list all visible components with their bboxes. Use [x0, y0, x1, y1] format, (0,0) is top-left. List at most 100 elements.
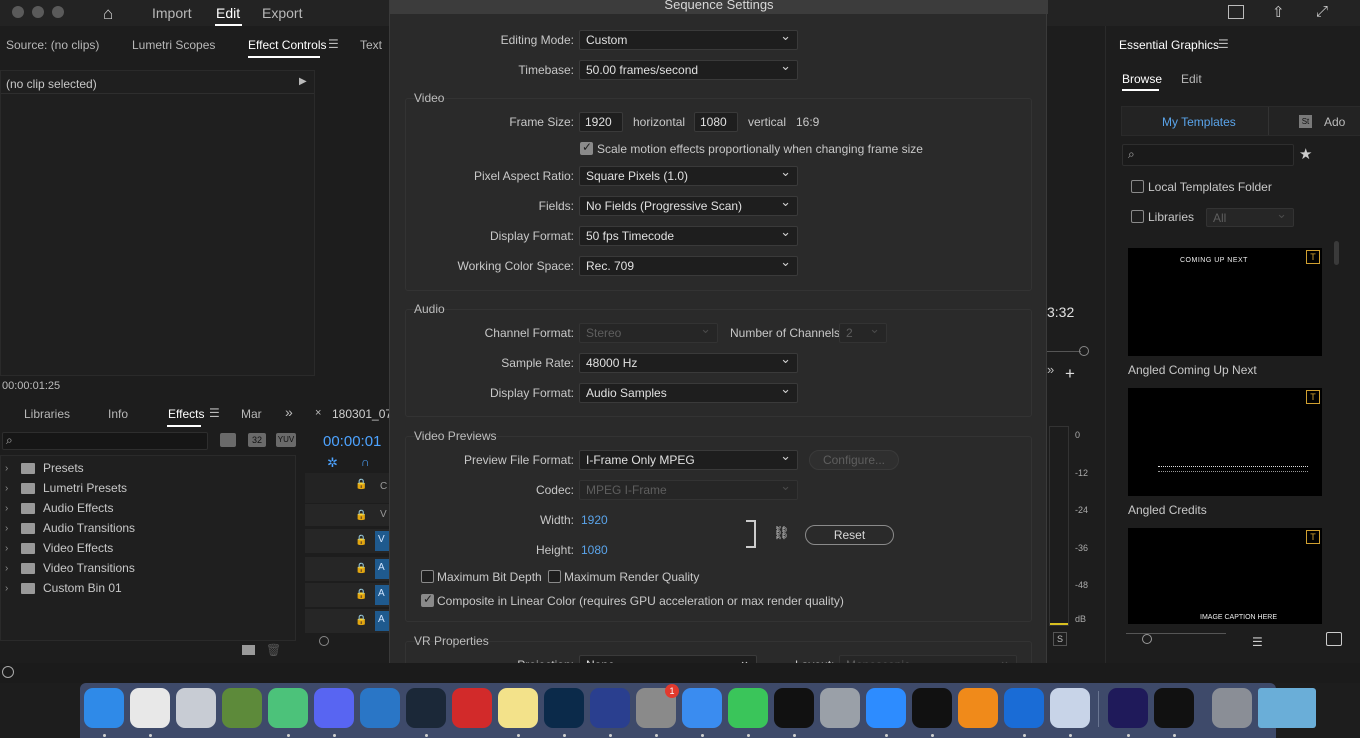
star-icon[interactable]: ★ [1299, 145, 1312, 163]
tab-libraries[interactable]: Libraries [24, 407, 70, 421]
template-thumb-coming-up-next[interactable]: COMING UP NEXT T [1128, 248, 1322, 356]
frame-height-input[interactable]: 1080 [694, 112, 738, 132]
share-icon[interactable]: ⇧ [1272, 3, 1285, 21]
messenger-send-icon[interactable] [268, 688, 308, 728]
fields-select[interactable]: No Fields (Progressive Scan) [579, 196, 798, 216]
tab-edit[interactable]: Edit [1181, 72, 1202, 86]
close-window-dot[interactable] [12, 6, 24, 18]
max-bit-depth-checkbox[interactable] [421, 570, 434, 583]
trash-icon[interactable]: 🗑 [266, 643, 281, 657]
trash-icon[interactable] [1212, 688, 1252, 728]
lock-icon[interactable]: 🔒 [355, 615, 367, 626]
panel-menu-icon[interactable]: ☰ [1218, 37, 1229, 51]
discord-icon[interactable] [314, 688, 354, 728]
nav-import[interactable]: Import [152, 5, 192, 21]
timeline-tab[interactable]: 180301_07 [332, 407, 392, 421]
chrome-icon[interactable] [130, 688, 170, 728]
thumb-size-handle[interactable] [1142, 634, 1152, 644]
zoom-slider-track[interactable] [1047, 351, 1081, 352]
xcode-star-icon[interactable] [1050, 688, 1090, 728]
play-arrow-icon[interactable]: ▶ [299, 76, 307, 87]
tab-source[interactable]: Source: (no clips) [6, 38, 99, 52]
channel-format-select[interactable]: Stereo [579, 323, 718, 343]
timebase-select[interactable]: 50.00 frames/second [579, 60, 798, 80]
finder-icon[interactable] [84, 688, 124, 728]
accelerated-effects-icon[interactable] [220, 433, 236, 447]
effects-search-input[interactable]: ⌕ [2, 432, 208, 450]
lock-icon[interactable]: 🔒 [355, 589, 367, 600]
snap-icon[interactable]: ✲ [327, 455, 338, 471]
effects-item-lumetri-presets[interactable]: › Lumetri Presets [1, 478, 127, 498]
num-channels-select[interactable]: 2 [839, 323, 887, 343]
lock-icon[interactable]: 🔒 [355, 479, 367, 490]
system-preferences-icon[interactable]: 1 [636, 684, 679, 728]
tab-effect-controls[interactable]: Effect Controls [248, 38, 326, 52]
tab-text[interactable]: Text [360, 38, 382, 52]
configure-button[interactable]: Configure... [809, 450, 899, 470]
quick-export-icon[interactable] [1228, 5, 1244, 19]
messages-icon[interactable] [682, 688, 722, 728]
audacity-icon[interactable] [590, 688, 630, 728]
track-v2[interactable]: 🔒 V [305, 504, 389, 526]
yuv-effects-icon[interactable]: YUV [276, 433, 296, 447]
add-button-icon[interactable]: + [1065, 364, 1075, 384]
scrollbar[interactable] [1334, 241, 1339, 265]
scale-motion-checkbox[interactable] [580, 140, 593, 155]
libraries-checkbox[interactable] [1131, 210, 1144, 223]
lock-icon[interactable]: 🔒 [355, 510, 367, 521]
preview-file-format-select[interactable]: I-Frame Only MPEG [579, 450, 798, 470]
minecraft-icon[interactable] [222, 688, 262, 728]
zoom-window-dot[interactable] [52, 6, 64, 18]
vlc-icon[interactable] [958, 688, 998, 728]
effects-item-audio-transitions[interactable]: › Audio Transitions [1, 518, 135, 538]
link-chain-icon[interactable]: ⛓ [773, 525, 790, 541]
lock-icon[interactable]: 🔒 [355, 563, 367, 574]
facetime-icon[interactable] [728, 688, 768, 728]
template-thumb-image-caption[interactable]: IMAGE CAPTION HERE T [1128, 528, 1322, 624]
minimize-window-dot[interactable] [32, 6, 44, 18]
local-templates-checkbox[interactable] [1131, 180, 1144, 193]
nav-edit[interactable]: Edit [216, 5, 240, 21]
shark-icon[interactable] [360, 688, 400, 728]
zoom-handle[interactable] [319, 636, 329, 646]
preview-width-value[interactable]: 1920 [581, 513, 608, 527]
solo-button[interactable]: S [1053, 632, 1067, 646]
editing-mode-select[interactable]: Custom [579, 30, 798, 50]
max-render-quality-checkbox[interactable] [548, 570, 561, 583]
effect-controls-menu-icon[interactable]: ☰ [328, 37, 339, 51]
codec-select[interactable]: MPEG I-Frame [579, 480, 798, 500]
fullscreen-icon[interactable]: ⤢ [1316, 3, 1328, 20]
template-name[interactable]: Angled Credits [1128, 503, 1207, 517]
folder-stack-icon[interactable] [1258, 688, 1316, 728]
track-a2[interactable]: 🔒 A [305, 583, 389, 607]
template-name[interactable]: Angled Coming Up Next [1128, 363, 1257, 377]
lock-icon[interactable]: 🔒 [355, 535, 367, 546]
video-display-format-select[interactable]: 50 fps Timecode [579, 226, 798, 246]
steam-icon[interactable] [406, 688, 446, 728]
more-controls-icon[interactable]: » [1047, 362, 1054, 377]
zoom-slider-handle[interactable] [1079, 346, 1089, 356]
color-space-select[interactable]: Rec. 709 [579, 256, 798, 276]
terminal-icon[interactable] [1154, 688, 1194, 728]
chatgpt-icon[interactable] [774, 688, 814, 728]
macos-pro-icon[interactable] [820, 688, 860, 728]
pixel-aspect-select[interactable]: Square Pixels (1.0) [579, 166, 798, 186]
sample-rate-select[interactable]: 48000 Hz [579, 353, 798, 373]
tab-effects[interactable]: Effects [168, 407, 204, 421]
frame-width-input[interactable]: 1920 [579, 112, 623, 132]
tab-lumetri-scopes[interactable]: Lumetri Scopes [132, 38, 215, 52]
tab-info[interactable]: Info [108, 407, 128, 421]
effects-item-audio-effects[interactable]: › Audio Effects [1, 498, 114, 518]
reset-button[interactable]: Reset [805, 525, 894, 545]
effects-item-custom-bin[interactable]: › Custom Bin 01 [1, 578, 122, 598]
roblox-icon[interactable] [176, 688, 216, 728]
tab-browse[interactable]: Browse [1122, 72, 1162, 86]
adobe-stock-tab[interactable]: Ado [1324, 115, 1345, 129]
tab-markers[interactable]: Mar [241, 407, 262, 421]
new-bin-icon[interactable] [242, 645, 255, 655]
linked-selection-icon[interactable]: ∩ [361, 455, 370, 469]
effects-menu-icon[interactable]: ☰ [209, 406, 220, 420]
my-templates-tab[interactable]: My Templates [1162, 115, 1236, 129]
32bit-effects-icon[interactable]: 32 [248, 433, 266, 447]
effects-item-video-effects[interactable]: › Video Effects [1, 538, 113, 558]
